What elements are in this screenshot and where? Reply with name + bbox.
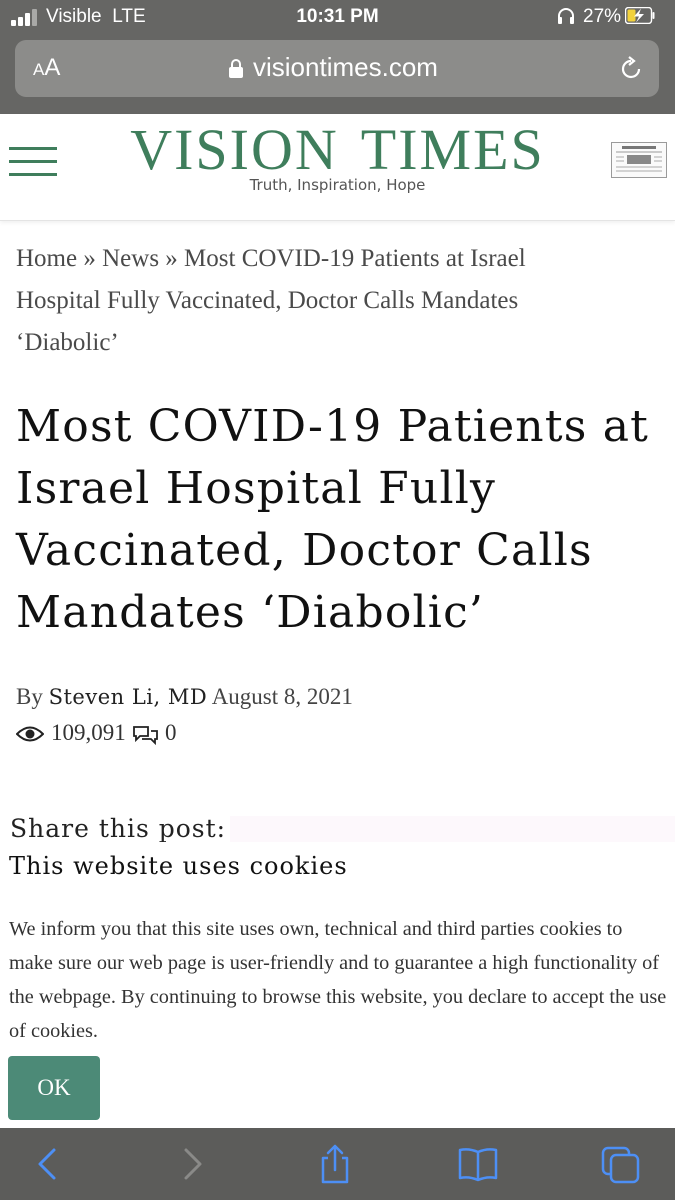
view-count: 109,091 <box>51 720 126 745</box>
browser-chrome-top: Visible LTE 10:31 PM 27% AA visiontimes.… <box>0 0 675 114</box>
article-byline: By Steven Li, MD August 8, 2021 <box>16 684 353 710</box>
breadcrumb-separator: » <box>165 245 178 272</box>
text-size-button[interactable]: AA <box>33 54 60 82</box>
browser-toolbar <box>0 1128 675 1200</box>
breadcrumb-separator: » <box>83 245 96 272</box>
lock-icon <box>229 59 243 78</box>
headphones-icon <box>558 8 574 24</box>
breadcrumb-news[interactable]: News <box>102 245 159 272</box>
bookmarks-icon[interactable] <box>456 1144 500 1184</box>
author-link[interactable]: Steven Li, MD <box>49 685 208 709</box>
logo-word-times: TIMES <box>360 117 545 182</box>
url-text[interactable]: visiontimes.com <box>253 52 438 83</box>
breadcrumb-home[interactable]: Home <box>16 245 77 272</box>
address-bar[interactable]: AA visiontimes.com <box>15 40 659 97</box>
article-title: Most COVID-19 Patients at Israel Hospita… <box>16 401 650 638</box>
share-icon[interactable] <box>313 1144 357 1184</box>
battery-percent: 27% <box>583 6 622 27</box>
back-icon[interactable] <box>26 1144 70 1184</box>
breadcrumb: Home » News » Most COVID-19 Patients at … <box>16 238 616 364</box>
share-buttons-strip <box>230 816 675 842</box>
site-logo[interactable]: VISION TIMES <box>0 120 675 180</box>
cookie-title: This website uses cookies <box>9 852 348 880</box>
comments-icon[interactable] <box>131 724 159 746</box>
publish-date: August 8, 2021 <box>211 684 353 709</box>
site-tagline: Truth, Inspiration, Hope <box>249 176 426 194</box>
cookie-banner: This website uses cookies We inform you … <box>0 842 675 1128</box>
battery-charging-icon <box>625 7 655 24</box>
forward-icon[interactable] <box>170 1144 214 1184</box>
eye-icon <box>16 726 44 742</box>
by-label: By <box>16 684 43 709</box>
cookie-ok-button[interactable]: OK <box>8 1056 100 1120</box>
comment-count: 0 <box>165 720 177 745</box>
logo-word-vision: VISION <box>130 117 339 182</box>
status-bar: Visible LTE 10:31 PM 27% <box>0 0 675 36</box>
site-header: VISION TIMES Truth, Inspiration, Hope <box>0 114 675 221</box>
newspaper-icon[interactable] <box>611 142 667 178</box>
reload-icon[interactable] <box>618 55 644 83</box>
share-label: Share this post: <box>10 814 227 843</box>
cookie-description: We inform you that this site uses own, t… <box>9 918 667 1042</box>
tabs-icon[interactable] <box>599 1144 643 1184</box>
